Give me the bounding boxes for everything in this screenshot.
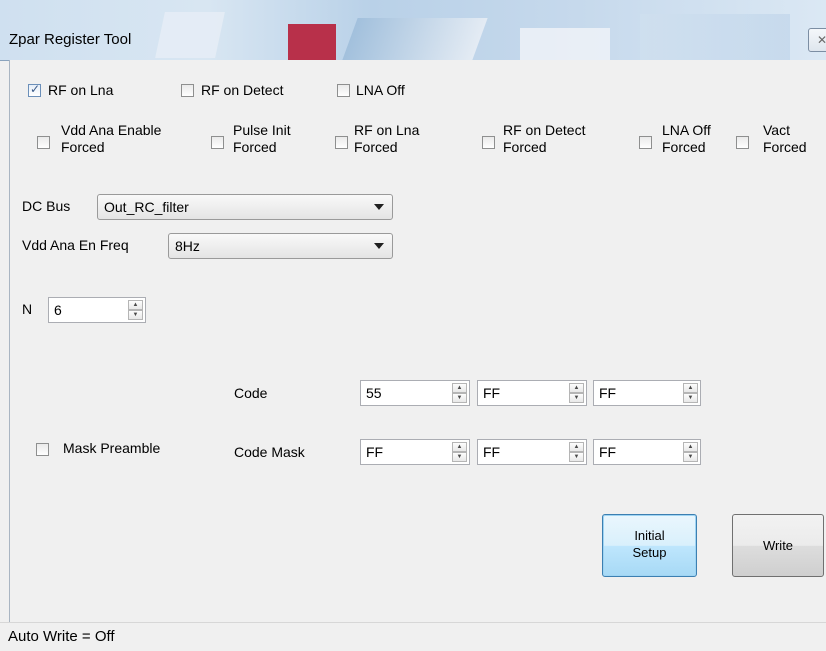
spin-up-icon[interactable]: ▲ [128, 300, 143, 310]
checkbox-label: LNA Off [356, 82, 405, 98]
vdd-freq-dropdown[interactable]: 8Hz [168, 233, 393, 259]
checkbox-rf-on-detect[interactable] [181, 84, 194, 97]
spin-up-icon[interactable]: ▲ [569, 383, 584, 393]
vdd-freq-label: Vdd Ana En Freq [22, 237, 129, 253]
spin-up-icon[interactable]: ▲ [569, 442, 584, 452]
titlebar-decoration [155, 12, 225, 58]
mask-preamble-label: Mask Preamble [63, 440, 161, 456]
code-value-1: 55 [366, 385, 382, 401]
status-bar: Auto Write = Off [0, 622, 826, 651]
code-mask-value-1: FF [366, 444, 384, 460]
spin-down-icon[interactable]: ▼ [683, 452, 698, 462]
n-stepper[interactable]: 6 ▲ ▼ [48, 297, 146, 323]
dc-bus-dropdown[interactable]: Out_RC_filter [97, 194, 393, 220]
spin-down-icon[interactable]: ▼ [569, 393, 584, 403]
checkbox-vact-forced[interactable] [736, 136, 749, 149]
checkbox-vdd-ana-enable-forced[interactable] [37, 136, 50, 149]
main-panel: ✓ RF on Lna RF on Detect LNA Off Vdd Ana… [9, 60, 826, 622]
chevron-down-icon [374, 243, 384, 249]
code-mask-value-3: FF [599, 444, 617, 460]
code-stepper-1[interactable]: 55 ▲ ▼ [360, 380, 470, 406]
checkbox-label: RF on Detect Forced [503, 122, 586, 155]
checkbox-label: RF on Lna Forced [354, 122, 420, 155]
titlebar-decoration [520, 28, 610, 60]
n-label: N [22, 301, 33, 317]
checkbox-label: Vact Forced [763, 122, 807, 155]
code-label: Code [234, 385, 268, 401]
checkbox-rf-on-lna[interactable]: ✓ [28, 82, 41, 97]
checkbox-mask-preamble[interactable] [36, 443, 49, 456]
checkbox-label: LNA Off Forced [662, 122, 711, 155]
checkbox-label: RF on Detect [201, 82, 284, 98]
spin-up-icon[interactable]: ▲ [452, 383, 467, 393]
code-stepper-3[interactable]: FF ▲ ▼ [593, 380, 701, 406]
n-value: 6 [54, 302, 62, 318]
spin-down-icon[interactable]: ▼ [128, 310, 143, 320]
write-button[interactable]: Write [732, 514, 824, 577]
code-mask-stepper-1[interactable]: FF ▲ ▼ [360, 439, 470, 465]
checkbox-rf-on-detect-forced[interactable] [482, 136, 495, 149]
dc-bus-label: DC Bus [22, 198, 71, 214]
vdd-freq-value: 8Hz [175, 238, 200, 254]
window-title: Zpar Register Tool [9, 31, 132, 48]
code-value-3: FF [599, 385, 617, 401]
titlebar-decoration [640, 14, 790, 60]
checkbox-label: Vdd Ana Enable Forced [61, 122, 162, 155]
spin-up-icon[interactable]: ▲ [683, 442, 698, 452]
titlebar-decoration [288, 24, 336, 60]
initial-setup-button[interactable]: Initial Setup [602, 514, 697, 577]
checkbox-label: RF on Lna [48, 82, 114, 98]
checkbox-label: Pulse Init Forced [233, 122, 291, 155]
spin-up-icon[interactable]: ▲ [683, 383, 698, 393]
checkbox-lna-off-forced[interactable] [639, 136, 652, 149]
code-stepper-2[interactable]: FF ▲ ▼ [477, 380, 587, 406]
spin-down-icon[interactable]: ▼ [452, 452, 467, 462]
titlebar-decoration [342, 18, 488, 60]
checkbox-rf-on-lna-forced[interactable] [335, 136, 348, 149]
checkbox-pulse-init-forced[interactable] [211, 136, 224, 149]
check-icon: ✓ [30, 82, 41, 96]
spin-down-icon[interactable]: ▼ [569, 452, 584, 462]
code-mask-stepper-2[interactable]: FF ▲ ▼ [477, 439, 587, 465]
code-mask-label: Code Mask [234, 444, 305, 460]
spin-down-icon[interactable]: ▼ [683, 393, 698, 403]
code-value-2: FF [483, 385, 501, 401]
code-mask-value-2: FF [483, 444, 501, 460]
spin-down-icon[interactable]: ▼ [452, 393, 467, 403]
checkbox-lna-off[interactable] [337, 84, 350, 97]
title-bar: Zpar Register Tool ✕ [0, 0, 826, 61]
dc-bus-value: Out_RC_filter [104, 199, 189, 215]
spin-up-icon[interactable]: ▲ [452, 442, 467, 452]
status-text: Auto Write = Off [8, 628, 115, 645]
close-icon[interactable]: ✕ [808, 28, 826, 52]
chevron-down-icon [374, 204, 384, 210]
code-mask-stepper-3[interactable]: FF ▲ ▼ [593, 439, 701, 465]
